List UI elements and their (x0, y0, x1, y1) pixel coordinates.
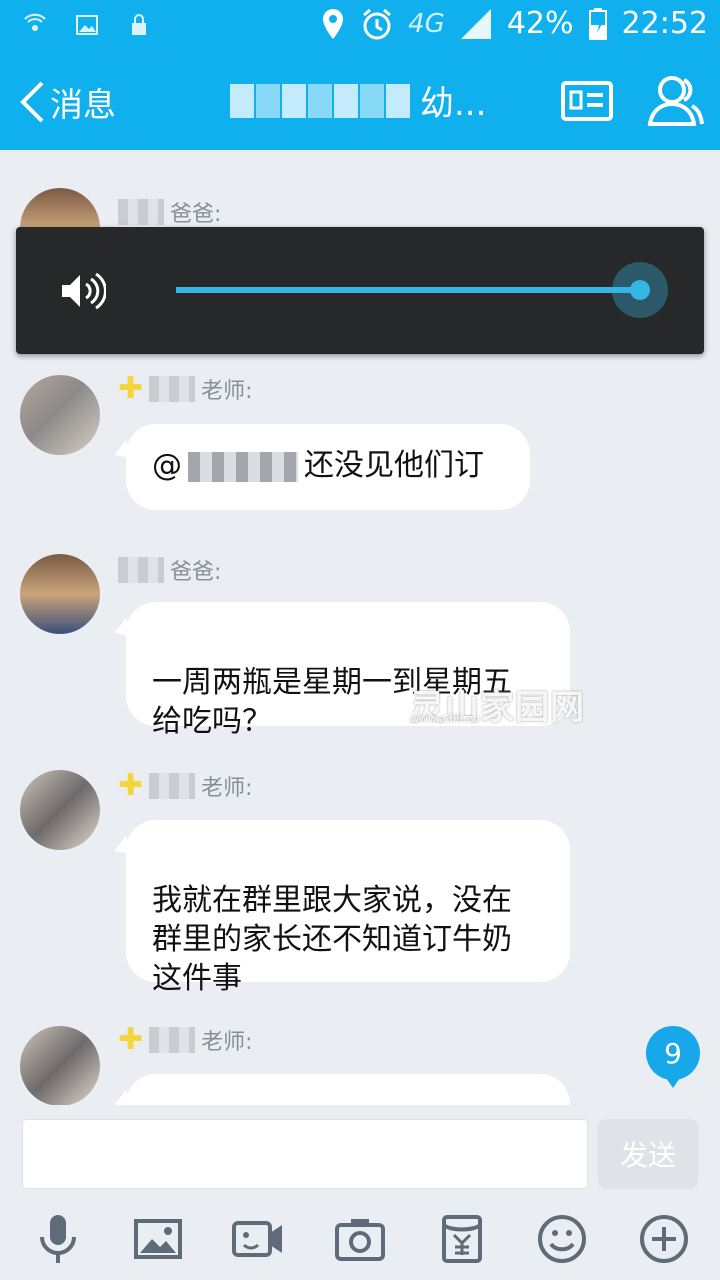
network-type: 4G (408, 8, 445, 39)
avatar[interactable] (20, 1026, 100, 1105)
volume-slider-thumb-center (630, 280, 650, 300)
title-bar: 消息 幼... (0, 50, 720, 150)
battery-percent: 42% (506, 6, 574, 41)
image-icon[interactable] (132, 1213, 184, 1265)
message-input[interactable] (22, 1119, 588, 1189)
back-button[interactable]: 消息 (18, 78, 116, 126)
unread-count-badge[interactable]: 9 (646, 1026, 700, 1088)
location-icon (323, 8, 344, 39)
clock: 22:52 (621, 6, 708, 41)
microphone-icon[interactable] (32, 1213, 84, 1265)
avatar[interactable] (20, 770, 100, 850)
redacted-mention (188, 451, 298, 482)
chat-title: 幼... (230, 76, 486, 125)
camera-icon[interactable] (334, 1213, 386, 1265)
back-label: 消息 (50, 85, 116, 124)
sender-name: ✚ 老师: (118, 1022, 253, 1057)
sender-name: 爸爸: (118, 196, 221, 228)
message-bubble[interactable]: 我就在群里跟大家说，没在 群里的家长还不知道订牛奶 这件事 (126, 820, 570, 996)
speaker-icon (62, 272, 106, 310)
star-badge-icon: ✚ (118, 768, 144, 803)
message-bubble[interactable] (126, 1074, 570, 1105)
title-suffix: 幼... (420, 84, 487, 124)
battery-charging-icon (588, 7, 607, 40)
avatar[interactable] (20, 554, 100, 634)
sender-name: 爸爸: (118, 554, 221, 586)
sender-name: ✚ 老师: (118, 371, 253, 406)
volume-track[interactable] (176, 287, 640, 293)
gallery-notification-icon (76, 15, 98, 35)
plus-icon[interactable] (638, 1213, 690, 1265)
group-card-icon[interactable] (560, 78, 614, 124)
group-members-icon[interactable] (646, 70, 706, 130)
status-bar: 4G 42% 22:52 (0, 0, 720, 50)
video-chat-icon[interactable] (232, 1213, 284, 1265)
star-badge-icon: ✚ (118, 1022, 144, 1057)
sender-name: ✚ 老师: (118, 768, 253, 803)
red-packet-icon[interactable] (436, 1213, 488, 1265)
send-button[interactable]: 发送 (598, 1119, 698, 1189)
watermark-url: www.al09.cn (410, 712, 480, 725)
message-bubble[interactable]: @ 还没见他们订 (126, 424, 530, 510)
emoji-icon[interactable] (536, 1213, 588, 1265)
composer-toolbar (0, 1213, 720, 1269)
wifi-hotspot-icon (24, 13, 46, 31)
volume-panel (16, 227, 704, 354)
lock-icon (132, 14, 146, 35)
alarm-icon (363, 8, 392, 39)
avatar[interactable] (20, 375, 100, 455)
redacted-group-name (230, 83, 410, 118)
chevron-left-icon (20, 81, 44, 123)
star-badge-icon: ✚ (118, 371, 144, 406)
composer: 发送 (0, 1105, 720, 1280)
signal-icon (460, 8, 491, 39)
